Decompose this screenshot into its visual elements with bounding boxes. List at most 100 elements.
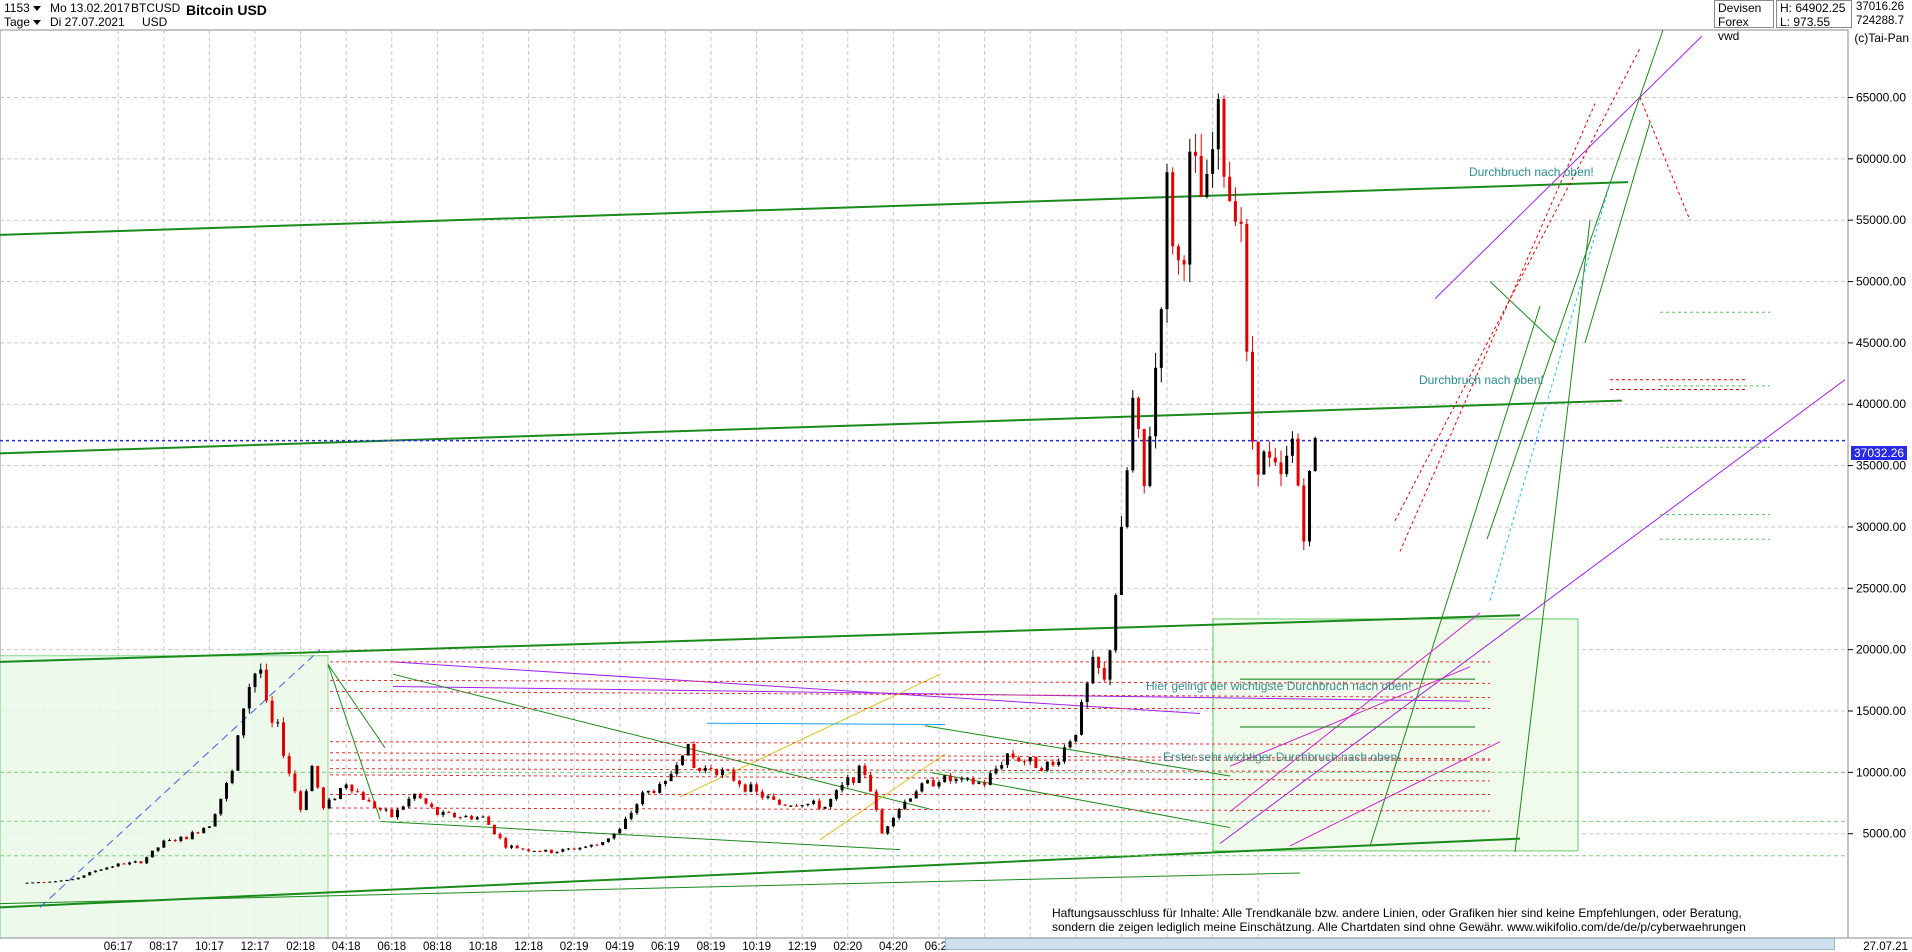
candle-body xyxy=(424,798,428,804)
candle-body xyxy=(276,722,280,724)
candle-body xyxy=(1051,761,1055,766)
candle-body xyxy=(612,833,616,839)
candle-body xyxy=(1239,221,1243,224)
candle-body xyxy=(766,796,770,798)
candle-body xyxy=(54,881,57,883)
candle-body xyxy=(1023,761,1026,763)
candle-body xyxy=(584,846,588,848)
period-value: Tage xyxy=(4,15,31,29)
time-scrollbar[interactable] xyxy=(945,938,1835,950)
candle-body xyxy=(789,805,793,807)
candle-body xyxy=(1091,656,1095,684)
candle-body xyxy=(492,824,496,835)
y-tick-label: 50000.00 xyxy=(1856,275,1906,289)
y-tick-label: 55000.00 xyxy=(1856,213,1906,227)
candle-body xyxy=(82,875,86,878)
candle-body xyxy=(99,869,103,871)
candle-body xyxy=(71,879,75,881)
candle-body xyxy=(65,880,69,882)
candle-body xyxy=(698,767,702,771)
candle-body xyxy=(743,784,747,792)
candle-body xyxy=(1256,441,1260,475)
candle-body xyxy=(367,799,371,802)
candle-body xyxy=(1285,455,1289,475)
x-tick-label: 12:18 xyxy=(514,941,543,952)
candle-body xyxy=(356,791,360,793)
candle-body xyxy=(966,777,969,779)
y-tick-label: 45000.00 xyxy=(1856,336,1906,350)
count-value: 1153 xyxy=(4,1,30,15)
candle-body xyxy=(1034,757,1038,769)
candle-body xyxy=(401,806,405,810)
start-date[interactable]: Mo 13.02.2017 xyxy=(50,1,130,15)
y-tick-label: 65000.00 xyxy=(1856,90,1906,104)
candle-body xyxy=(219,798,223,815)
y-tick-label: 5000.00 xyxy=(1863,827,1907,841)
candle-body xyxy=(515,845,519,849)
candle-body xyxy=(390,809,394,818)
candle-body xyxy=(213,814,217,827)
period-select[interactable]: Tage xyxy=(4,15,42,29)
candle-body xyxy=(293,773,297,792)
candle-body xyxy=(139,861,143,864)
candle-body xyxy=(168,840,171,842)
source-label: Forex vwd xyxy=(1718,15,1749,43)
candle-body xyxy=(812,800,816,804)
x-tick-label: 02:19 xyxy=(560,941,589,952)
candle-body xyxy=(1171,172,1175,247)
candle-body xyxy=(1262,451,1266,475)
candle-body xyxy=(658,783,662,793)
y-tick-label: 15000.00 xyxy=(1856,704,1906,718)
candle-body xyxy=(686,743,690,756)
annotation-breakout-upper: Durchbruch nach oben! xyxy=(1469,165,1594,179)
candle-body xyxy=(726,769,730,771)
candle-body xyxy=(418,793,422,799)
candle-body xyxy=(122,863,126,865)
candle-body xyxy=(1108,650,1112,680)
candle-body xyxy=(1228,176,1232,202)
candle-body xyxy=(1205,173,1209,197)
x-tick-label: 10:17 xyxy=(195,941,224,952)
candle-body xyxy=(76,877,80,880)
candle-body xyxy=(93,870,97,873)
copyright-label: (c)Tai-Pan xyxy=(1854,31,1909,45)
candle-body xyxy=(156,847,160,851)
count-select[interactable]: 1153 xyxy=(4,1,41,15)
candle-body xyxy=(760,791,764,798)
candle-body xyxy=(863,765,867,775)
candle-body xyxy=(527,849,531,852)
candle-body xyxy=(464,815,468,818)
candle-body xyxy=(1080,701,1083,735)
candle-body xyxy=(521,848,525,850)
x-tick-label: 04:18 xyxy=(332,941,361,952)
candle-body xyxy=(150,850,154,858)
price-chart[interactable]: 5000.00 10000.00 15000.00 20000.00 25000.00 3… xyxy=(0,0,1912,952)
candle-body xyxy=(1005,753,1009,766)
candle-body xyxy=(128,862,132,865)
candle-body xyxy=(1097,656,1101,669)
candle-body xyxy=(1290,438,1294,456)
highlight-box-right xyxy=(1212,618,1579,852)
high-label: H: 64902.25 xyxy=(1780,1,1846,15)
x-tick-label: 10:19 xyxy=(742,941,771,952)
candle-body xyxy=(470,815,474,820)
end-date[interactable]: Di 27.07.2021 xyxy=(50,15,125,29)
candle-body xyxy=(663,781,667,784)
candle-body xyxy=(270,700,274,723)
candle-body xyxy=(578,847,582,850)
candle-body xyxy=(504,838,508,848)
candle-body xyxy=(1154,367,1158,437)
candle-body xyxy=(532,850,536,852)
candle-body xyxy=(384,809,388,811)
y-tick-label: 30000.00 xyxy=(1856,520,1906,534)
candle-body xyxy=(874,791,878,810)
candle-body xyxy=(567,848,570,850)
candle-body xyxy=(549,849,553,854)
candle-body xyxy=(299,791,303,810)
disclaimer: Haftungsausschluss für Inhalte: Alle Tre… xyxy=(1050,906,1748,934)
x-tick-label: 06:18 xyxy=(377,941,406,952)
candle-body xyxy=(1040,768,1044,771)
x-tick-label: 02:18 xyxy=(286,941,315,952)
candle-body xyxy=(373,801,377,809)
candle-body xyxy=(795,805,798,807)
